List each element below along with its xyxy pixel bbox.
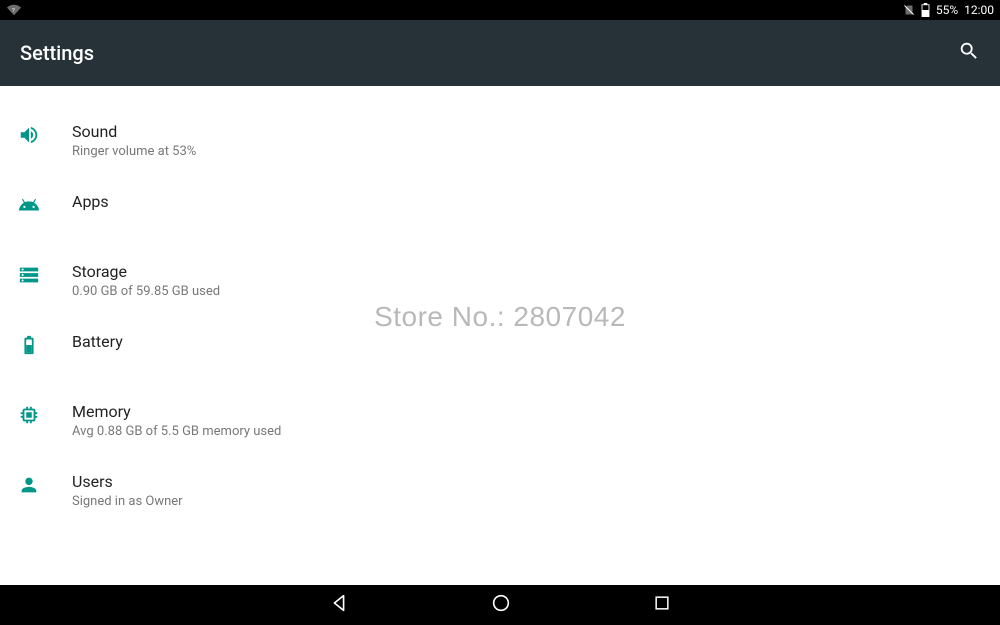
battery-icon: [921, 3, 930, 17]
settings-content: Store No.: 2807042 Sound Ringer volume a…: [0, 86, 1000, 585]
item-label: Sound: [72, 122, 196, 142]
wifi-unknown-icon: ?: [6, 3, 22, 17]
page-title: Settings: [20, 41, 94, 65]
clock: 12:00: [964, 3, 994, 17]
app-bar: Settings: [0, 20, 1000, 86]
storage-icon: [18, 264, 40, 290]
item-label: Apps: [72, 192, 109, 212]
settings-item-sound[interactable]: Sound Ringer volume at 53%: [0, 110, 1000, 174]
item-label: Memory: [72, 402, 281, 422]
item-subtext: Avg 0.88 GB of 5.5 GB memory used: [72, 424, 281, 439]
nav-back-button[interactable]: [328, 592, 350, 618]
users-icon: [18, 474, 40, 500]
settings-item-battery[interactable]: Battery: [0, 320, 1000, 384]
settings-item-storage[interactable]: Storage 0.90 GB of 59.85 GB used: [0, 250, 1000, 314]
navigation-bar: [0, 585, 1000, 625]
search-icon: [958, 47, 980, 66]
item-label: Battery: [72, 332, 123, 352]
svg-text:?: ?: [12, 8, 15, 14]
recent-icon: [652, 593, 672, 617]
back-icon: [328, 592, 350, 618]
apps-icon: [18, 194, 40, 220]
status-bar: ? 55% 12:00: [0, 0, 1000, 20]
item-subtext: Ringer volume at 53%: [72, 144, 196, 159]
settings-item-apps[interactable]: Apps: [0, 180, 1000, 244]
no-sim-icon: [903, 3, 915, 17]
nav-home-button[interactable]: [490, 592, 512, 618]
home-icon: [490, 592, 512, 618]
item-subtext: 0.90 GB of 59.85 GB used: [72, 284, 220, 299]
battery-icon: [18, 334, 40, 360]
item-subtext: Signed in as Owner: [72, 494, 183, 509]
search-button[interactable]: [958, 40, 980, 66]
item-label: Storage: [72, 262, 220, 282]
sound-icon: [18, 124, 40, 150]
item-label: Users: [72, 472, 183, 492]
settings-item-users[interactable]: Users Signed in as Owner: [0, 460, 1000, 524]
settings-item-memory[interactable]: Memory Avg 0.88 GB of 5.5 GB memory used: [0, 390, 1000, 454]
memory-icon: [18, 404, 40, 430]
nav-recent-button[interactable]: [652, 593, 672, 617]
settings-list: Sound Ringer volume at 53% Apps Storage …: [0, 86, 1000, 524]
battery-percent: 55%: [936, 3, 958, 17]
